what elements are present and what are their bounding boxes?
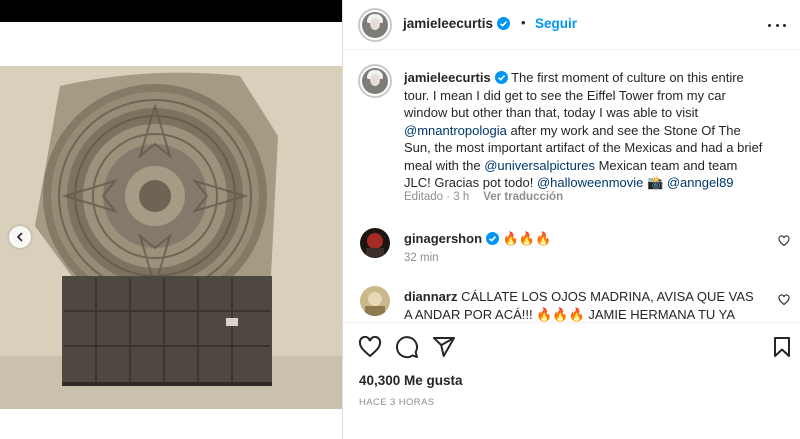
mention-link[interactable]: @mnantropologia [404,123,507,138]
comment-body: 🔥🔥🔥 [502,231,552,246]
like-count[interactable]: 40,300 Me gusta [359,373,463,388]
follow-button[interactable]: Seguir [535,16,577,31]
edited-time: Editado · 3 h [404,191,470,203]
see-translation-button[interactable]: Ver traducción [483,191,563,203]
commenter-avatar[interactable] [360,228,390,258]
separator-dot: • [521,15,526,30]
commenter-username[interactable]: ginagershon [404,231,482,246]
avatar-image [360,286,390,316]
post-timestamp[interactable]: HACE 3 HORAS [359,397,435,408]
media-top-bar [0,0,342,22]
verified-badge-icon [486,232,500,245]
post-actions-section: 40,300 Me gusta HACE 3 HORAS [343,322,800,439]
share-icon[interactable] [432,335,456,359]
caption-meta: Editado · 3 h Ver traducción [404,191,563,203]
stone-of-the-sun-photo [0,66,342,409]
caption-username[interactable]: jamieleecurtis [404,70,491,85]
author-avatar[interactable] [358,8,392,42]
comment-text: diannarz CÁLLATE LOS OJOS MADRINA, AVISA… [404,288,764,322]
author-username-text[interactable]: jamieleecurtis [403,16,493,31]
previous-image-button[interactable] [9,226,31,248]
verified-badge-icon [494,71,508,84]
comment-icon[interactable] [395,335,419,359]
bookmark-icon[interactable] [770,335,794,359]
commenter-username[interactable]: diannarz [404,289,457,304]
post-caption: jamieleecurtis The first moment of cultu… [343,58,800,218]
comment-item: ginagershon 🔥🔥🔥 32 min [343,224,800,274]
comment-item: diannarz CÁLLATE LOS OJOS MADRINA, AVISA… [343,282,800,322]
caption-text: jamieleecurtis The first moment of cultu… [404,69,764,192]
commenter-avatar[interactable] [360,286,390,316]
mention-link[interactable]: @universalpictures [484,158,595,173]
author-username[interactable]: jamieleecurtis [403,16,511,31]
verified-badge-icon [497,17,511,30]
media-panel [0,0,342,439]
post-sidebar: jamieleecurtis • Seguir jamieleecurtis T… [343,0,800,439]
mention-link[interactable]: @anngel89 [667,175,734,190]
avatar-image [360,228,390,258]
post-header: jamieleecurtis • Seguir [343,0,800,50]
comment-time: 32 min [404,252,439,264]
chevron-left-icon [16,232,23,242]
more-options-icon[interactable] [768,16,786,34]
comment-text: ginagershon 🔥🔥🔥 [404,230,764,248]
caption-avatar[interactable] [358,64,392,98]
comment-like-heart-icon[interactable] [778,294,790,306]
camera-emoji: 📸 [647,175,664,190]
heart-icon[interactable] [358,335,382,359]
mention-link[interactable]: @halloweenmovie [537,175,643,190]
comment-like-heart-icon[interactable] [778,235,790,247]
comment-body: CÁLLATE LOS OJOS MADRINA, AVISA QUE VAS … [404,289,754,322]
post-image[interactable] [0,66,342,409]
